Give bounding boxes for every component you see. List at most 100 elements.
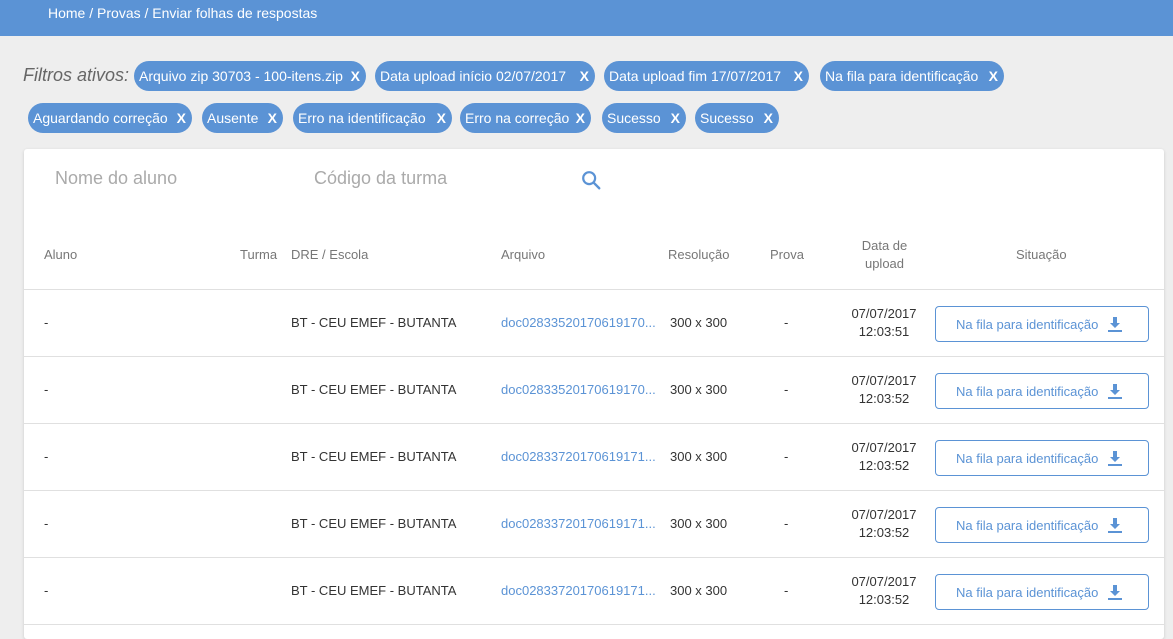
- filter-chip-awaiting-correction: Aguardando correção X: [28, 103, 192, 133]
- filter-chip-label: Erro na identificação: [298, 110, 426, 126]
- column-header-arquivo[interactable]: Arquivo: [501, 246, 545, 264]
- close-icon[interactable]: X: [268, 103, 277, 133]
- status-label: Na fila para identificação: [956, 383, 1099, 399]
- cell-prova: -: [784, 516, 789, 531]
- active-filters-label: Filtros ativos:: [23, 65, 130, 85]
- breadcrumb-provas[interactable]: Provas: [97, 5, 141, 21]
- filter-chip-absent: Ausente X: [202, 103, 283, 133]
- results-card: Aluno Turma DRE / Escola Arquivo Resoluç…: [24, 149, 1164, 639]
- cell-upload-time: 12:03:51: [858, 324, 910, 339]
- status-download-button[interactable]: Na fila para identificação: [935, 373, 1149, 409]
- close-icon[interactable]: X: [794, 61, 803, 91]
- cell-dre-escola: BT - CEU EMEF - BUTANTA: [291, 449, 457, 464]
- cell-arquivo-link[interactable]: doc02833720170619171...: [501, 582, 659, 600]
- filter-chip-label: Erro na correção: [465, 110, 570, 126]
- column-header-data-upload-line1: Data de: [861, 238, 908, 253]
- cell-resolucao: 300 x 300: [670, 315, 728, 330]
- column-header-data-upload[interactable]: Data de upload: [844, 237, 925, 273]
- column-header-situacao[interactable]: Situação: [1016, 246, 1067, 264]
- filter-chip-label: Sucesso: [607, 110, 661, 126]
- status-download-button[interactable]: Na fila para identificação: [935, 507, 1149, 543]
- column-header-aluno[interactable]: Aluno: [44, 246, 77, 264]
- filter-chip-label: Na fila para identificação: [825, 68, 979, 84]
- cell-dre-escola: BT - CEU EMEF - BUTANTA: [291, 583, 457, 598]
- breadcrumb-home[interactable]: Home: [48, 5, 85, 21]
- filter-chip-identification-error: Erro na identificação X: [293, 103, 452, 133]
- cell-upload-date: 07/07/2017: [851, 373, 917, 388]
- cell-resolucao: 300 x 300: [670, 449, 728, 464]
- cell-upload-date: 07/07/2017: [851, 507, 917, 522]
- filter-chip-label: Arquivo zip 30703 - 100-itens.zip: [139, 68, 343, 84]
- student-name-input[interactable]: [53, 163, 293, 193]
- status-label: Na fila para identificação: [956, 450, 1099, 466]
- breadcrumb-current: Enviar folhas de respostas: [152, 5, 318, 21]
- cell-upload-date: 07/07/2017: [851, 440, 917, 455]
- filter-chip-queue-identification: Na fila para identificação X: [820, 61, 1004, 91]
- cell-resolucao: 300 x 300: [670, 516, 728, 531]
- cell-arquivo-link[interactable]: doc02833520170619170...: [501, 381, 659, 399]
- download-icon: [1108, 384, 1122, 399]
- filter-chip-label: Aguardando correção: [33, 110, 168, 126]
- filter-chip-success: Sucesso X: [695, 103, 779, 133]
- cell-upload-time: 12:03:52: [858, 458, 910, 473]
- filter-chip-correction-error: Erro na correção X: [460, 103, 591, 133]
- close-icon[interactable]: X: [764, 103, 773, 133]
- column-header-dre-escola[interactable]: DRE / Escola: [291, 246, 368, 264]
- top-bar: Home / Provas / Enviar folhas de respost…: [0, 0, 1173, 36]
- filter-chip-upload-start: Data upload início 02/07/2017 X: [375, 61, 595, 91]
- search-icon[interactable]: [580, 169, 602, 191]
- table-row: - BT - CEU EMEF - BUTANTA doc02833720170…: [24, 558, 1164, 625]
- cell-resolucao: 300 x 300: [670, 382, 728, 397]
- filter-chip-label: Ausente: [207, 110, 259, 126]
- column-header-resolucao[interactable]: Resolução: [668, 246, 729, 264]
- cell-aluno: -: [44, 583, 49, 598]
- filter-chip-label: Sucesso: [700, 110, 754, 126]
- cell-upload-time: 12:03:52: [858, 391, 910, 406]
- close-icon[interactable]: X: [989, 61, 998, 91]
- download-icon: [1108, 585, 1122, 600]
- close-icon[interactable]: X: [671, 103, 680, 133]
- status-label: Na fila para identificação: [956, 316, 1099, 332]
- column-header-data-upload-line2: upload: [864, 256, 905, 271]
- status-label: Na fila para identificação: [956, 517, 1099, 533]
- cell-dre-escola: BT - CEU EMEF - BUTANTA: [291, 516, 457, 531]
- column-header-prova[interactable]: Prova: [770, 246, 804, 264]
- close-icon[interactable]: X: [351, 61, 360, 91]
- table-row: - BT - CEU EMEF - BUTANTA doc02833720170…: [24, 491, 1164, 558]
- cell-data-upload: 07/07/2017 12:03:52: [839, 439, 929, 475]
- close-icon[interactable]: X: [177, 103, 186, 133]
- status-download-button[interactable]: Na fila para identificação: [935, 306, 1149, 342]
- filter-chip-success: Sucesso X: [602, 103, 686, 133]
- cell-prova: -: [784, 449, 789, 464]
- breadcrumb-separator: /: [85, 5, 98, 21]
- cell-data-upload: 07/07/2017 12:03:52: [839, 573, 929, 609]
- close-icon[interactable]: X: [437, 103, 446, 133]
- cell-data-upload: 07/07/2017 12:03:51: [839, 305, 929, 341]
- table-row: - BT - CEU EMEF - BUTANTA doc02833720170…: [24, 424, 1164, 491]
- download-icon: [1108, 317, 1122, 332]
- cell-aluno: -: [44, 449, 49, 464]
- column-header-turma[interactable]: Turma: [240, 246, 277, 264]
- download-icon: [1108, 518, 1122, 533]
- close-icon[interactable]: X: [580, 61, 589, 91]
- cell-arquivo-link[interactable]: doc02833520170619170...: [501, 314, 659, 332]
- cell-aluno: -: [44, 382, 49, 397]
- cell-data-upload: 07/07/2017 12:03:52: [839, 506, 929, 542]
- cell-arquivo-link[interactable]: doc02833720170619171...: [501, 515, 659, 533]
- cell-aluno: -: [44, 516, 49, 531]
- table-row: - BT - CEU EMEF - BUTANTA doc02833520170…: [24, 290, 1164, 357]
- cell-upload-time: 12:03:52: [858, 592, 910, 607]
- cell-upload-date: 07/07/2017: [851, 306, 917, 321]
- status-download-button[interactable]: Na fila para identificação: [935, 574, 1149, 610]
- status-download-button[interactable]: Na fila para identificação: [935, 440, 1149, 476]
- cell-data-upload: 07/07/2017 12:03:52: [839, 372, 929, 408]
- class-code-input[interactable]: [312, 163, 562, 193]
- cell-upload-date: 07/07/2017: [851, 574, 917, 589]
- cell-prova: -: [784, 583, 789, 598]
- table-row: - BT - CEU EMEF - BUTANTA doc02833520170…: [24, 357, 1164, 424]
- filter-chip-upload-end: Data upload fim 17/07/2017 X: [604, 61, 809, 91]
- cell-dre-escola: BT - CEU EMEF - BUTANTA: [291, 315, 457, 330]
- cell-arquivo-link[interactable]: doc02833720170619171...: [501, 448, 659, 466]
- close-icon[interactable]: X: [576, 103, 585, 133]
- filter-chip-label: Data upload início 02/07/2017: [380, 68, 567, 84]
